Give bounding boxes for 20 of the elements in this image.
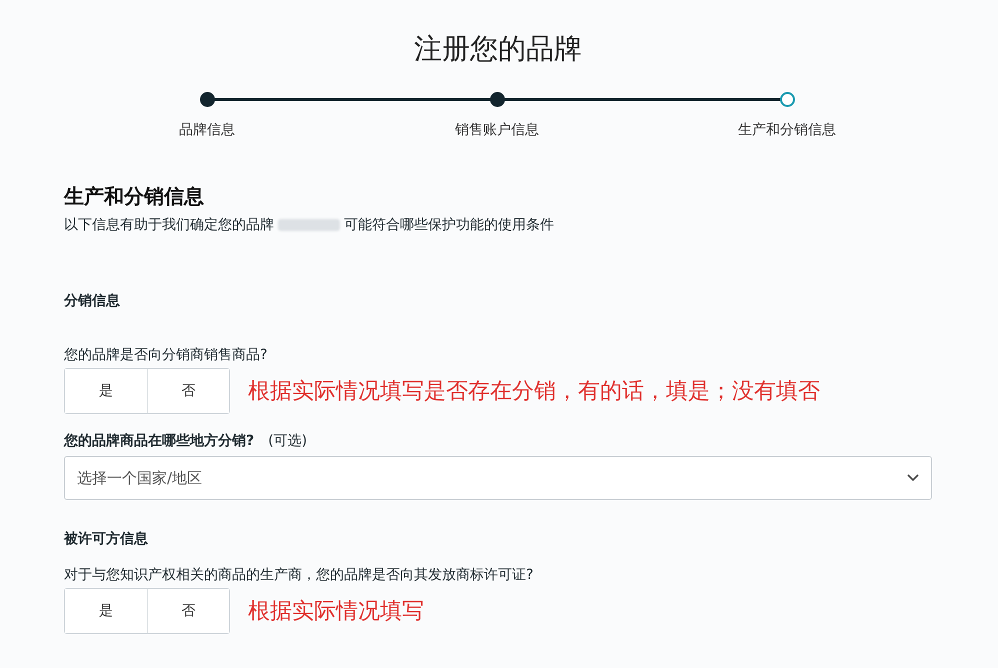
option-button[interactable]: 否 (147, 369, 229, 413)
option-button[interactable]: 否 (147, 589, 229, 633)
subsection-heading: 分销信息 (64, 292, 121, 310)
chevron-down-icon (907, 474, 919, 482)
step-label: 生产和分销信息 (738, 121, 836, 139)
page-title: 注册您的品牌 (413, 31, 583, 67)
section-heading: 生产和分销信息 (64, 183, 205, 210)
question-text: 您的品牌商品在哪些地方分销? (64, 432, 254, 450)
intro-text: 以下信息有助于我们确定您的品牌 (64, 216, 274, 234)
step-label: 销售账户信息 (455, 121, 539, 139)
subsection-heading: 被许可方信息 (64, 530, 149, 548)
question-text: 您的品牌是否向分销商销售商品? (64, 346, 268, 364)
optional-label: (可选) (268, 432, 308, 450)
select-placeholder: 选择一个国家/地区 (77, 468, 202, 488)
step-label: 品牌信息 (179, 121, 235, 139)
annotation-text: 根据实际情况填写是否存在分销，有的话，填是；没有填否 (248, 378, 820, 406)
intro-text: 可能符合哪些保护功能的使用条件 (344, 216, 554, 234)
country-select[interactable]: 选择一个国家/地区 (64, 456, 932, 500)
question-text: 对于与您知识产权相关的商品的生产商，您的品牌是否向其发放商标许可证? (64, 566, 534, 584)
annotation-text: 根据实际情况填写 (248, 598, 424, 626)
